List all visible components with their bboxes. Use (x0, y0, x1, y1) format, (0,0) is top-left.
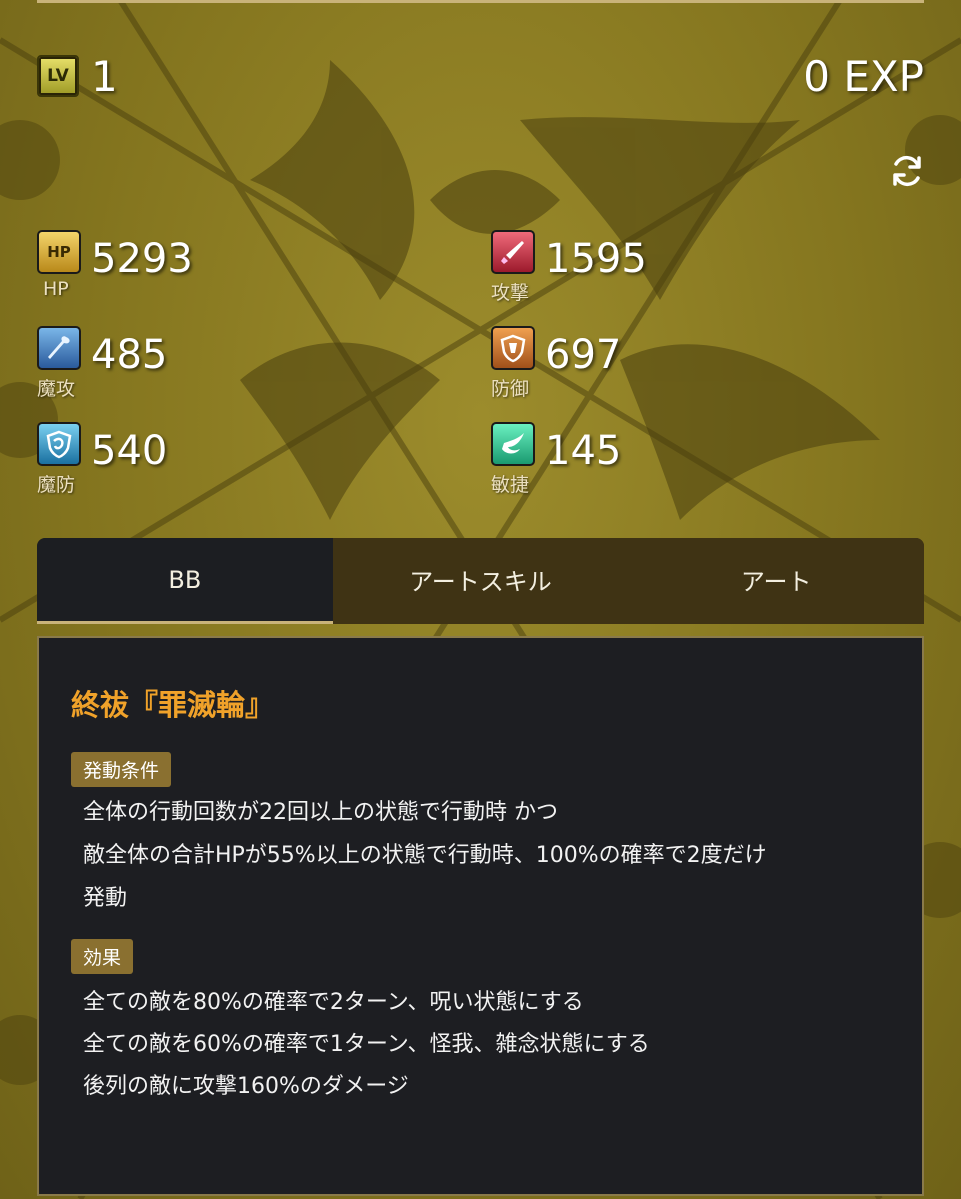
stat-value: 1595 (545, 236, 647, 282)
condition-line: 全体の行動回数が22回以上の状態で行動時 かつ (83, 800, 558, 825)
staff-icon (37, 326, 81, 370)
magic-shield-icon (37, 422, 81, 466)
stat-label: 防御 (491, 378, 530, 400)
tab-art-skill[interactable]: アートスキル (332, 538, 629, 624)
skill-tabs: BB アートスキル アート (37, 538, 924, 624)
stat-defense: 697 防御 (491, 326, 871, 406)
level-row: LV 1 0 EXP (37, 48, 924, 104)
stat-label: 魔防 (37, 474, 76, 496)
condition-line: 敵全体の合計HPが55%以上の状態で行動時、100%の確率で2度だけ (83, 843, 767, 868)
top-divider (37, 0, 924, 3)
stat-value: 145 (545, 428, 622, 474)
level-group: LV 1 (37, 52, 118, 101)
stat-magic-defense: 540 魔防 (37, 422, 417, 502)
stat-value: 485 (91, 332, 168, 378)
stat-attack: 1595 攻撃 (491, 230, 871, 310)
stat-label: HP (43, 278, 69, 300)
level-icon: LV (37, 55, 79, 97)
exp-value: 0 EXP (803, 51, 924, 101)
tab-art[interactable]: アート (628, 538, 924, 624)
stat-value: 5293 (91, 236, 193, 282)
stat-value: 697 (545, 332, 622, 378)
effect-line: 全ての敵を80%の確率で2ターン、呪い状態にする (83, 990, 584, 1015)
stat-label: 魔攻 (37, 378, 76, 400)
condition-line: 発動 (83, 886, 128, 911)
refresh-icon (893, 155, 921, 187)
sword-icon (491, 230, 535, 274)
hp-icon: HP (37, 230, 81, 274)
effect-tag: 効果 (71, 939, 134, 974)
shield-icon (491, 326, 535, 370)
effect-line: 後列の敵に攻撃160%のダメージ (83, 1074, 409, 1099)
condition-tag: 発動条件 (71, 752, 172, 787)
stat-hp: HP 5293 HP (37, 230, 417, 310)
refresh-button[interactable] (886, 150, 928, 192)
wing-icon (491, 422, 535, 466)
skill-detail-panel: 終祓『罪滅輪』 発動条件 全体の行動回数が22回以上の状態で行動時 かつ 敵全体… (37, 636, 924, 1196)
stat-value: 540 (91, 428, 168, 474)
effect-line: 全ての敵を60%の確率で1ターン、怪我、雑念状態にする (83, 1032, 650, 1057)
level-value: 1 (91, 51, 118, 101)
skill-name: 終祓『罪滅輪』 (71, 688, 275, 722)
stat-magic-attack: 485 魔攻 (37, 326, 417, 406)
tab-bb[interactable]: BB (37, 538, 333, 624)
stat-agility: 145 敏捷 (491, 422, 871, 502)
stat-label: 攻撃 (491, 282, 530, 304)
stat-label: 敏捷 (491, 474, 530, 496)
